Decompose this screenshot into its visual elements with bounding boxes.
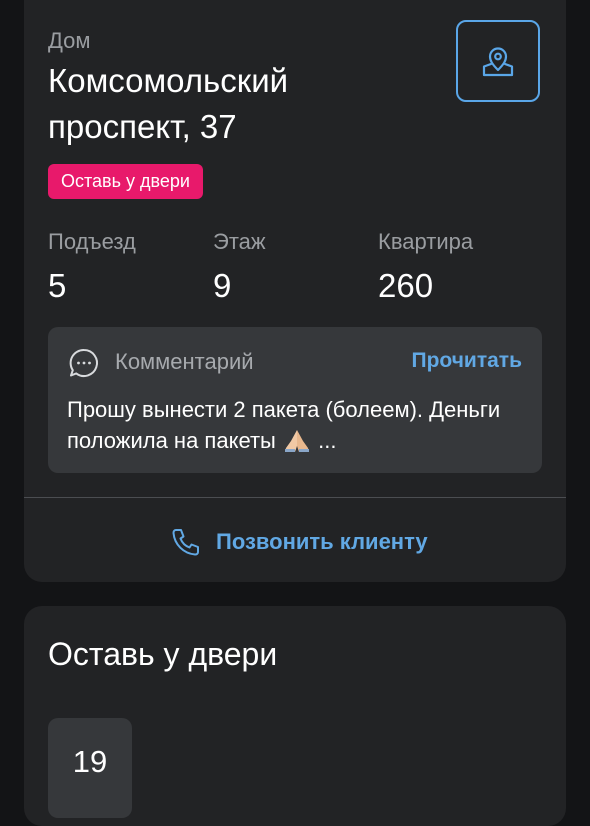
address-card: Дом Комсомольский проспект, 37 Оставь у … <box>24 0 566 582</box>
floor-label: Этаж <box>213 229 266 254</box>
read-comment-link[interactable]: Прочитать <box>412 349 523 373</box>
map-button[interactable] <box>456 20 540 102</box>
date-number: 19 <box>72 744 108 779</box>
entrance-label: Подъезд <box>48 229 136 254</box>
divider <box>24 497 566 498</box>
map-pin-icon <box>482 47 514 77</box>
apartment-info: Квартира 260 <box>378 228 473 306</box>
comment-title: Комментарий <box>115 349 254 374</box>
comment-text-ellipsis: ... <box>318 428 337 453</box>
leave-at-door-title: Оставь у двери <box>48 636 278 672</box>
folded-hands-emoji <box>284 430 309 453</box>
comment-box: Комментарий Прочитать Прошу вынести 2 па… <box>48 327 542 473</box>
entrance-info: Подъезд 5 <box>48 228 136 306</box>
comment-text: Прошу вынести 2 пакета (болеем). Деньги … <box>67 394 527 456</box>
phone-icon <box>172 529 199 556</box>
entrance-value: 5 <box>48 267 67 304</box>
floor-value: 9 <box>213 267 232 304</box>
apartment-label: Квартира <box>378 229 474 254</box>
call-client-button[interactable]: Позвонить клиенту <box>170 522 428 562</box>
chat-bubble-icon <box>69 348 98 377</box>
call-client-label: Позвонить клиенту <box>216 529 428 554</box>
apartment-value: 260 <box>378 267 434 304</box>
address-title: Комсомольский проспект, 37 <box>48 62 289 145</box>
date-chip[interactable]: 19 <box>48 718 132 818</box>
leave-at-door-card: Оставь у двери 19 <box>24 606 566 826</box>
address-type-label: Дом <box>48 28 91 53</box>
leave-at-door-tag: Оставь у двери <box>48 164 203 199</box>
floor-info: Этаж 9 <box>213 228 266 306</box>
